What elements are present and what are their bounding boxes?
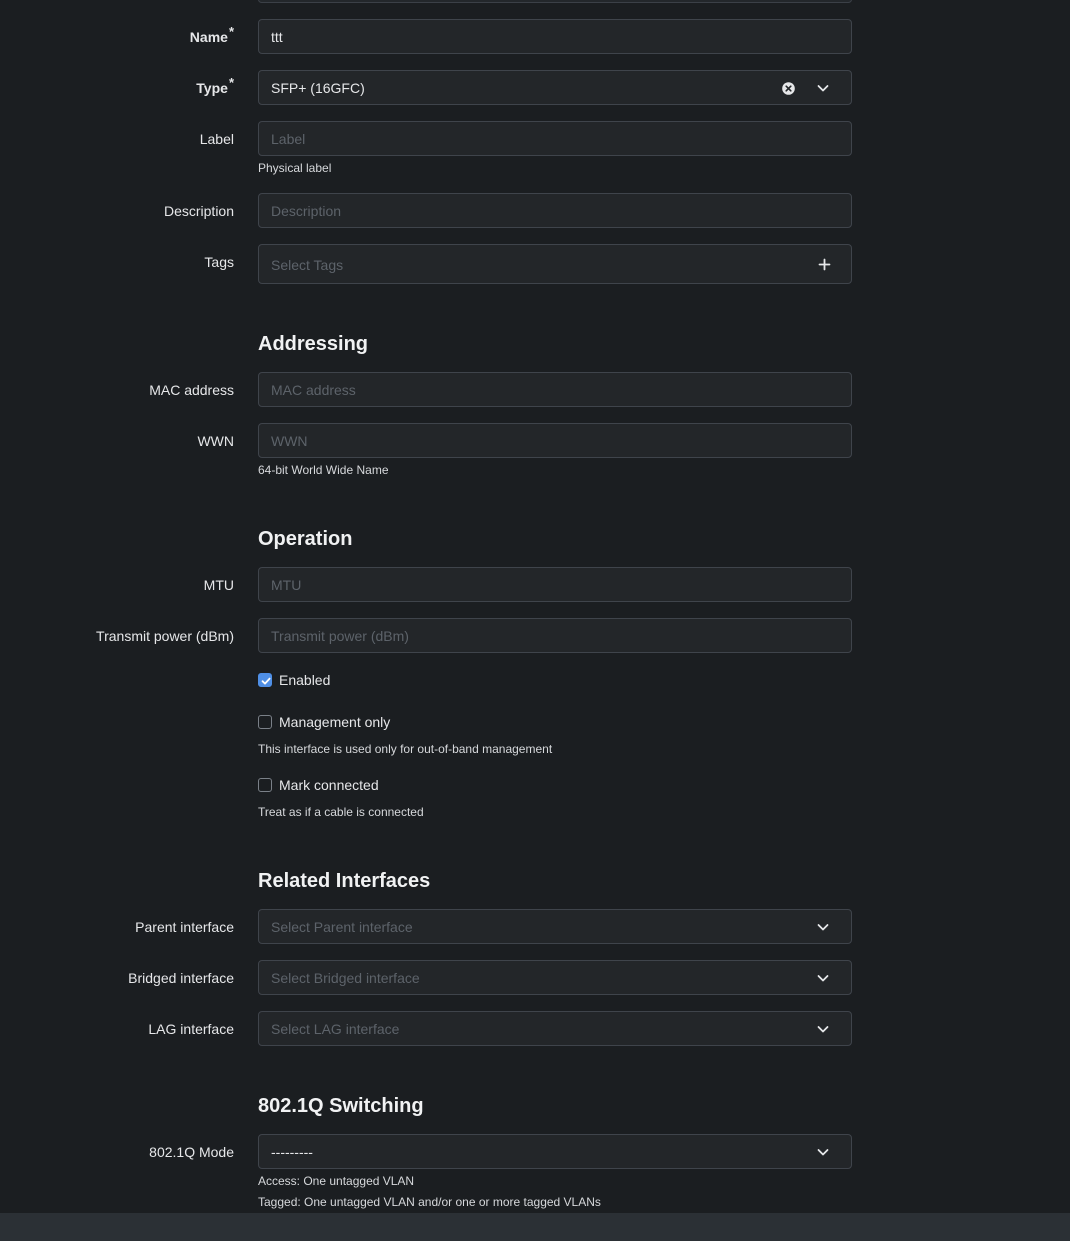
transmit-power-placeholder: Transmit power (dBm) [271, 628, 409, 644]
mtu-label: MTU [203, 577, 234, 593]
name-label: Name* [189, 24, 234, 45]
mtu-input[interactable]: MTU [258, 567, 852, 602]
description-input[interactable]: Description [258, 193, 852, 228]
parent-interface-label: Parent interface [135, 919, 234, 935]
type-select[interactable]: SFP+ (16GFC) [258, 70, 852, 105]
clear-icon[interactable] [782, 82, 795, 95]
mtu-placeholder: MTU [271, 577, 302, 593]
transmit-power-input[interactable]: Transmit power (dBm) [258, 618, 852, 653]
label-help-text: Physical label [258, 161, 332, 175]
mac-address-placeholder: MAC address [271, 382, 356, 398]
operation-heading: Operation [258, 528, 353, 550]
enabled-label[interactable]: Enabled [279, 671, 330, 689]
required-marker: * [228, 24, 234, 39]
mode-select[interactable]: --------- [258, 1134, 852, 1169]
bridged-interface-label: Bridged interface [128, 970, 234, 986]
parent-interface-placeholder: Select Parent interface [271, 919, 413, 935]
related-interfaces-heading: Related Interfaces [258, 870, 431, 892]
management-only-checkbox[interactable] [258, 715, 272, 729]
tags-label: Tags [204, 254, 234, 270]
chevron-down-icon[interactable] [815, 1144, 831, 1160]
description-label: Description [163, 203, 234, 219]
mode-help-tagged: Tagged: One untagged VLAN and/or one or … [258, 1195, 601, 1209]
management-only-help-text: This interface is used only for out-of-b… [258, 742, 553, 756]
name-input[interactable]: ttt [258, 19, 852, 54]
required-marker: * [228, 75, 234, 90]
mode-value: --------- [271, 1144, 313, 1160]
bridged-interface-select[interactable]: Select Bridged interface [258, 960, 852, 995]
mark-connected-label[interactable]: Mark connected [279, 776, 379, 794]
checkmark-icon [261, 677, 271, 685]
wwn-input[interactable]: WWN [258, 423, 852, 458]
description-placeholder: Description [271, 203, 342, 219]
mark-connected-help-text: Treat as if a cable is connected [258, 805, 424, 819]
wwn-placeholder: WWN [271, 433, 308, 449]
tags-placeholder: Select Tags [271, 257, 344, 273]
name-value: ttt [271, 29, 283, 45]
switching-heading: 802.1Q Switching [258, 1095, 424, 1117]
mark-connected-checkbox[interactable] [258, 778, 272, 792]
chevron-down-icon[interactable] [815, 919, 831, 935]
mac-address-input[interactable]: MAC address [258, 372, 852, 407]
tags-select[interactable]: Select Tags [258, 244, 852, 284]
wwn-help-text: 64-bit World Wide Name [258, 463, 389, 477]
label-input[interactable]: Label [258, 121, 852, 156]
wwn-label: WWN [197, 433, 234, 449]
plus-icon[interactable] [818, 258, 831, 271]
mode-label: 802.1Q Mode [149, 1144, 234, 1160]
mode-help-access: Access: One untagged VLAN [258, 1174, 415, 1188]
lag-interface-label: LAG interface [148, 1021, 234, 1037]
parent-interface-select[interactable]: Select Parent interface [258, 909, 852, 944]
chevron-down-icon[interactable] [815, 970, 831, 986]
type-value: SFP+ (16GFC) [271, 80, 365, 96]
footer-bar [0, 1213, 1070, 1241]
transmit-power-label: Transmit power (dBm) [96, 628, 234, 644]
previous-field-edge [258, 0, 852, 3]
label-placeholder: Label [271, 131, 306, 147]
management-only-label[interactable]: Management only [279, 713, 390, 731]
chevron-down-icon[interactable] [815, 80, 831, 96]
lag-interface-placeholder: Select LAG interface [271, 1021, 400, 1037]
addressing-heading: Addressing [258, 333, 369, 355]
enabled-checkbox[interactable] [258, 673, 272, 687]
mac-address-label: MAC address [149, 382, 234, 398]
label-field-label: Label [199, 131, 234, 147]
type-label: Type* [196, 75, 234, 96]
lag-interface-select[interactable]: Select LAG interface [258, 1011, 852, 1046]
bridged-interface-placeholder: Select Bridged interface [271, 970, 420, 986]
chevron-down-icon[interactable] [815, 1021, 831, 1037]
